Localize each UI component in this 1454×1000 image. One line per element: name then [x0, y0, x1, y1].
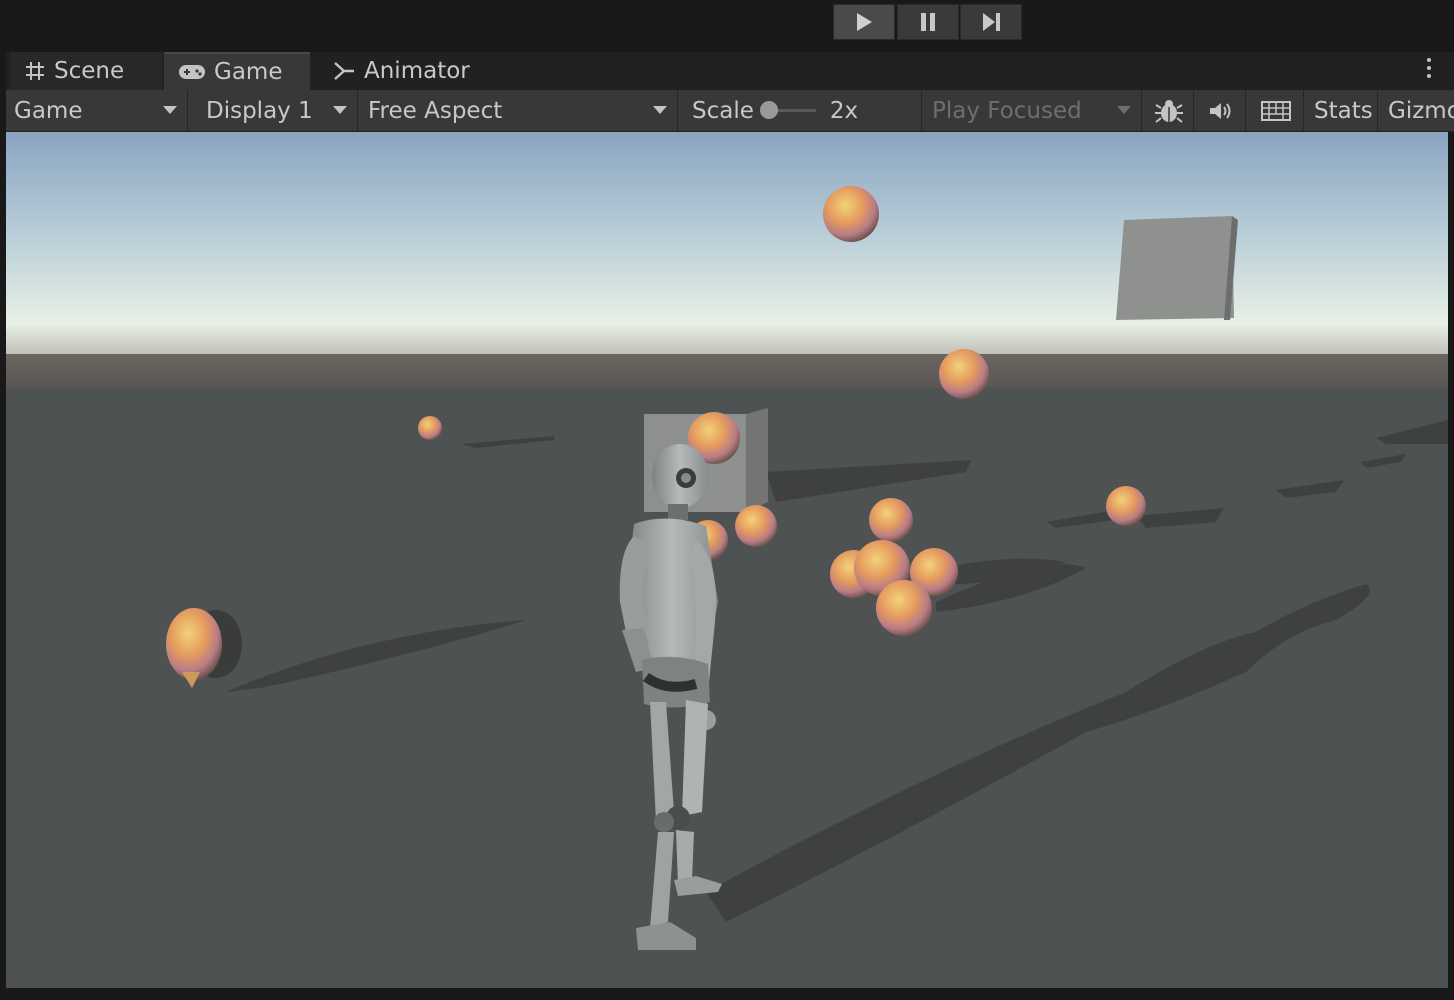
gamepad-icon: [178, 63, 206, 81]
tab-scene[interactable]: Scene: [10, 52, 162, 90]
aspect-value: Free Aspect: [368, 97, 503, 124]
play-focused-label: Play Focused: [932, 97, 1082, 124]
speaker-icon: [1209, 102, 1230, 119]
game-view-toolbar: Game Display 1 Free Aspect Scale 2x Play…: [6, 90, 1454, 132]
display-value: Display 1: [206, 97, 313, 124]
balloon: [876, 580, 932, 636]
bug-icon: [1154, 99, 1183, 123]
balloon: [735, 505, 777, 547]
balloon: [869, 498, 913, 542]
play-button[interactable]: [833, 4, 895, 40]
dropdown-arrow-icon: [333, 106, 347, 114]
window-bottom-border: [0, 988, 1454, 1000]
dropdown-arrow-icon: [163, 106, 177, 114]
game-viewport[interactable]: [6, 132, 1448, 988]
horizon-band: [6, 354, 1448, 390]
view-type-value: Game: [14, 97, 83, 124]
display-dropdown[interactable]: Display 1: [190, 90, 358, 131]
scale-control: Scale 2x: [680, 90, 922, 131]
distant-cube: [1116, 216, 1238, 320]
scale-label: Scale: [692, 97, 754, 124]
stats-button[interactable]: Stats: [1306, 90, 1378, 131]
aspect-dropdown[interactable]: Free Aspect: [360, 90, 678, 131]
tab-game-label: Game: [214, 59, 283, 85]
balloon: [418, 416, 442, 440]
play-controls: [0, 0, 1454, 46]
balloon: [1106, 486, 1146, 526]
keyboard-shortcuts-toggle[interactable]: [1248, 90, 1304, 131]
more-options-icon[interactable]: [1426, 58, 1432, 82]
keyboard-icon: [1260, 100, 1291, 121]
scale-slider[interactable]: [759, 101, 816, 119]
tab-animator[interactable]: Animator: [318, 52, 488, 90]
animator-icon: [332, 60, 356, 82]
tab-scene-label: Scene: [54, 58, 125, 84]
pause-button[interactable]: [897, 4, 959, 40]
view-type-dropdown[interactable]: Game: [6, 90, 188, 131]
balloon: [939, 349, 989, 399]
debug-toggle[interactable]: [1144, 90, 1194, 131]
pause-icon: [921, 13, 935, 31]
step-icon: [983, 13, 1000, 31]
step-button[interactable]: [960, 4, 1022, 40]
hash-grid-icon: [24, 60, 46, 82]
dropdown-arrow-icon: [653, 106, 667, 114]
scale-slider-knob[interactable]: [759, 101, 778, 119]
tab-animator-label: Animator: [364, 58, 470, 84]
gizmos-label: Gizmos: [1388, 97, 1454, 124]
balloon: [823, 186, 879, 242]
gizmos-button[interactable]: Gizmos: [1380, 90, 1454, 131]
dropdown-arrow-icon: [1117, 106, 1131, 114]
play-focused-dropdown[interactable]: Play Focused: [924, 90, 1142, 131]
play-icon: [857, 13, 872, 31]
stats-label: Stats: [1314, 97, 1373, 124]
mute-audio-toggle[interactable]: [1196, 90, 1246, 131]
tab-game[interactable]: Game: [164, 52, 310, 90]
window-tab-bar: Scene Game Animator: [6, 52, 1454, 90]
scale-value: 2x: [829, 97, 859, 124]
